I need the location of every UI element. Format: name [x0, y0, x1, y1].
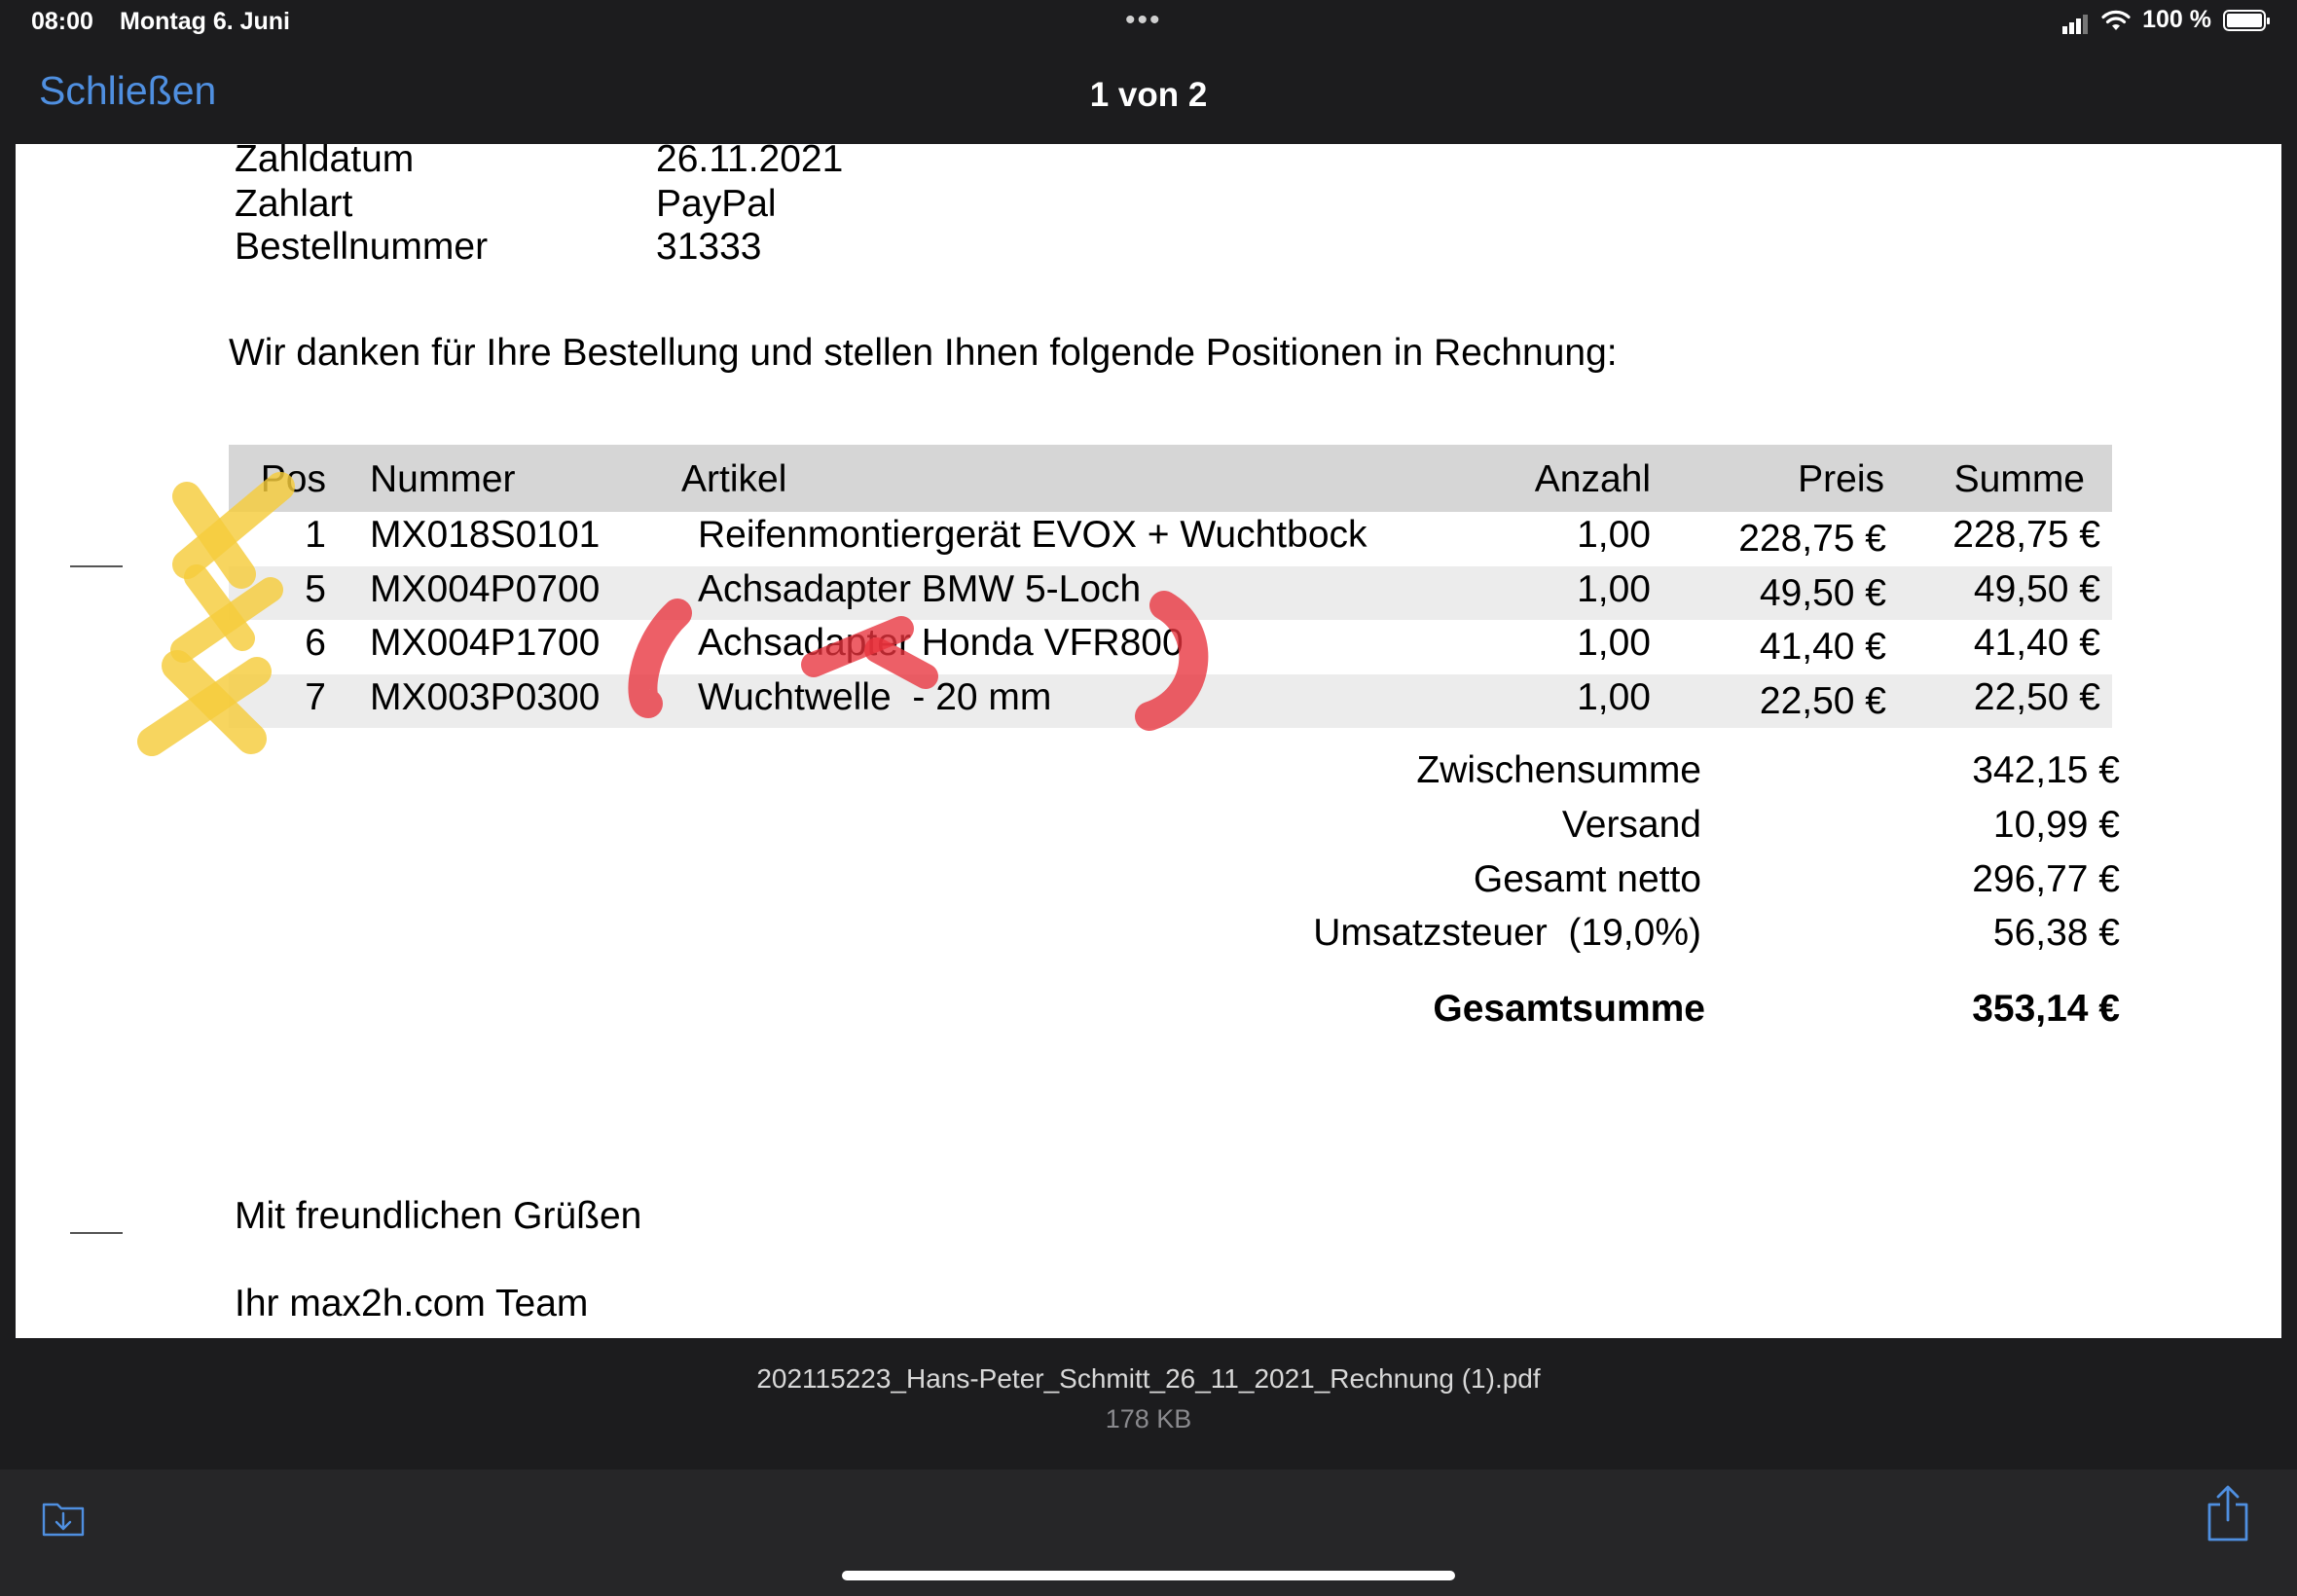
markup-annotations	[137, 472, 1209, 756]
row-pos: 6	[305, 622, 326, 664]
total-value: 342,15 €	[1972, 749, 2120, 791]
row-nummer: MX004P0700	[370, 567, 601, 610]
row-summe: 228,75 €	[1952, 514, 2100, 556]
table-row: 6 MX004P1700 Achsadapter Honda VFR800 1,…	[229, 620, 2112, 674]
grand-total-value: 353,14 €	[1972, 988, 2120, 1030]
page-indicator: 1 von 2	[1089, 76, 1208, 114]
file-name: 202115223_Hans-Peter_Schmitt_26_11_2021_…	[756, 1363, 1541, 1394]
fold-mark	[70, 1232, 123, 1234]
intro-text: Wir danken für Ihre Bestellung und stell…	[229, 332, 1618, 374]
row-preis: 49,50 €	[1759, 571, 1886, 614]
meta-value: PayPal	[656, 183, 777, 225]
invoice-document: Zahldatum 26.11.2021 Zahlart PayPal Best…	[16, 144, 2281, 1338]
row-anzahl: 1,00	[1577, 514, 1651, 556]
row-anzahl: 1,00	[1577, 675, 1651, 718]
meta-value: 31333	[656, 226, 762, 268]
row-summe: 22,50 €	[1973, 675, 2100, 718]
header-nummer: Nummer	[370, 458, 516, 500]
save-to-files-icon[interactable]	[41, 1499, 86, 1538]
row-pos: 5	[305, 567, 326, 610]
file-info: 202115223_Hans-Peter_Schmitt_26_11_2021_…	[0, 1338, 2297, 1469]
status-bar: 08:00 Montag 6. Juni ••• 100 %	[0, 0, 2297, 47]
row-preis: 41,40 €	[1759, 626, 1886, 668]
total-label: Gesamt netto	[1473, 858, 1701, 900]
row-summe: 41,40 €	[1973, 622, 2100, 664]
meta-label: Zahlart	[235, 183, 353, 225]
total-value: 296,77 €	[1972, 858, 2120, 900]
battery-percentage: 100 %	[2142, 6, 2211, 33]
meta-label: Zahldatum	[235, 144, 415, 180]
net-total-row: Gesamt netto 296,77 €	[16, 858, 2281, 907]
share-icon[interactable]	[2204, 1483, 2252, 1543]
row-pos: 7	[305, 675, 326, 718]
row-artikel: Wuchtwelle - 20 mm	[698, 675, 1052, 718]
header-anzahl: Anzahl	[1534, 458, 1651, 500]
total-label: Versand	[1561, 804, 1701, 846]
total-value: 56,38 €	[1992, 912, 2120, 954]
table-row: 1 MX018S0101 Reifenmontiergerät EVOX + W…	[229, 512, 2112, 566]
home-indicator[interactable]	[842, 1571, 1455, 1580]
table-row: 7 MX003P0300 Wuchtwelle - 20 mm 1,00 22,…	[229, 673, 2112, 728]
subtotal-row: Zwischensumme 342,15 €	[16, 749, 2281, 798]
wifi-icon	[2101, 10, 2131, 30]
total-label: Umsatzsteuer (19,0%)	[1313, 912, 1701, 954]
row-anzahl: 1,00	[1577, 622, 1651, 664]
closing-greeting: Mit freundlichen Grüßen	[235, 1195, 642, 1237]
invoice-table: Pos Nummer Artikel Anzahl Preis Summe 1 …	[229, 445, 2112, 728]
multitasking-dots-icon[interactable]: •••	[1125, 4, 1162, 37]
total-label: Zwischensumme	[1416, 749, 1701, 791]
row-preis: 228,75 €	[1738, 518, 1886, 560]
row-summe: 49,50 €	[1973, 567, 2100, 610]
row-nummer: MX004P1700	[370, 622, 601, 664]
status-date: Montag 6. Juni	[120, 8, 290, 35]
grand-total-row: Gesamtsumme 353,14 €	[16, 988, 2281, 1036]
table-header: Pos Nummer Artikel Anzahl Preis Summe	[229, 445, 2112, 512]
header-pos: Pos	[260, 458, 326, 500]
status-time: 08:00	[31, 8, 93, 35]
file-size: 178 KB	[1105, 1404, 1192, 1433]
header-summe: Summe	[1953, 458, 2085, 500]
navigation-bar: Schließen 1 von 2	[0, 47, 2297, 144]
table-row: 5 MX004P0700 Achsadapter BMW 5-Loch 1,00…	[229, 565, 2112, 620]
pdf-page[interactable]: Zahldatum 26.11.2021 Zahlart PayPal Best…	[16, 144, 2281, 1338]
fold-mark	[70, 565, 123, 567]
row-preis: 22,50 €	[1759, 679, 1886, 722]
vat-row: Umsatzsteuer (19,0%) 56,38 €	[16, 912, 2281, 961]
row-anzahl: 1,00	[1577, 567, 1651, 610]
battery-icon	[2223, 9, 2270, 31]
header-preis: Preis	[1798, 458, 1884, 500]
row-artikel: Achsadapter Honda VFR800	[698, 622, 1184, 664]
signature-text: Ihr max2h.com Team	[235, 1283, 589, 1324]
row-artikel: Reifenmontiergerät EVOX + Wuchtbock	[698, 514, 1367, 556]
row-nummer: MX003P0300	[370, 675, 601, 718]
total-value: 10,99 €	[1992, 804, 2120, 846]
row-nummer: MX018S0101	[370, 514, 601, 556]
meta-label: Bestellnummer	[235, 226, 489, 268]
cellular-signal-icon	[2062, 6, 2090, 34]
meta-value: 26.11.2021	[656, 144, 844, 180]
grand-total-label: Gesamtsumme	[1433, 988, 1705, 1030]
row-pos: 1	[305, 514, 326, 556]
header-artikel: Artikel	[681, 458, 787, 500]
shipping-row: Versand 10,99 €	[16, 804, 2281, 852]
row-artikel: Achsadapter BMW 5-Loch	[698, 567, 1142, 610]
